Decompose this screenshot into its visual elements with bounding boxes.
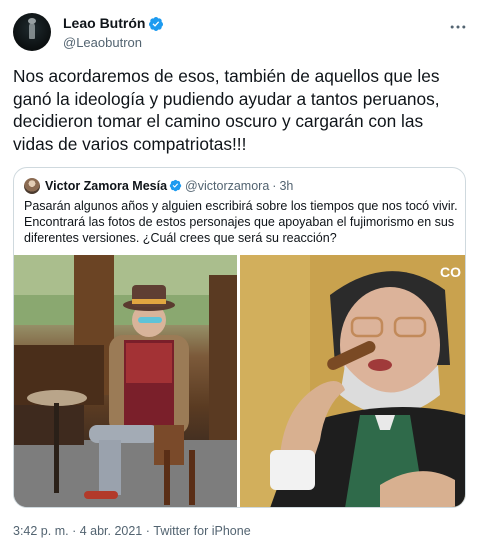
more-options-icon[interactable] bbox=[448, 17, 468, 37]
author-display-name[interactable]: Leao Butrón bbox=[63, 15, 145, 32]
photo-man-in-hat-seated[interactable] bbox=[14, 255, 237, 507]
quoted-media: CO bbox=[14, 255, 465, 507]
author-names[interactable]: Leao Butrón @Leaobutron bbox=[63, 15, 164, 51]
quoted-tweet-text: Pasarán algunos años y alguien escribirá… bbox=[24, 199, 458, 245]
quoted-separator: · bbox=[272, 178, 277, 193]
tweet-footer: 3:42 p. m. · 4 abr. 2021 · Twitter for i… bbox=[13, 524, 251, 538]
verified-badge-icon bbox=[169, 180, 182, 192]
photo-man-with-cigar[interactable]: CO bbox=[240, 255, 465, 507]
footer-separator: · bbox=[68, 524, 80, 538]
svg-text:CO: CO bbox=[440, 264, 461, 280]
tweet-text: Nos acordaremos de esos, también de aque… bbox=[13, 66, 440, 154]
photo-man-in-hat-seated-drawing bbox=[14, 255, 237, 507]
quoted-avatar bbox=[24, 177, 40, 194]
quoted-tweet[interactable]: Victor Zamora Mesía @victorzamora · 3h Pasa… bbox=[13, 167, 466, 508]
footer-separator: · bbox=[142, 524, 154, 538]
photo-man-with-cigar-drawing: CO bbox=[240, 255, 465, 507]
tweet: Leao Butrón @Leaobutron Nos acordaremos … bbox=[0, 0, 483, 552]
tweet-time[interactable]: 3:42 p. m. bbox=[13, 524, 69, 538]
quoted-display-name: Victor Zamora Mesía bbox=[45, 178, 168, 193]
tweet-source[interactable]: Twitter for iPhone bbox=[153, 524, 250, 538]
author-handle[interactable]: @Leaobutron bbox=[63, 34, 164, 51]
quoted-time: 3h bbox=[279, 178, 294, 193]
avatar[interactable] bbox=[13, 13, 51, 51]
verified-badge-icon bbox=[149, 16, 164, 31]
quoted-tweet-header: Victor Zamora Mesía @victorzamora · 3h bbox=[24, 177, 293, 195]
tweet-date[interactable]: 4 abr. 2021 bbox=[80, 524, 143, 538]
tweet-header: Leao Butrón @Leaobutron bbox=[13, 13, 470, 53]
quoted-handle: @victorzamora bbox=[185, 178, 270, 193]
